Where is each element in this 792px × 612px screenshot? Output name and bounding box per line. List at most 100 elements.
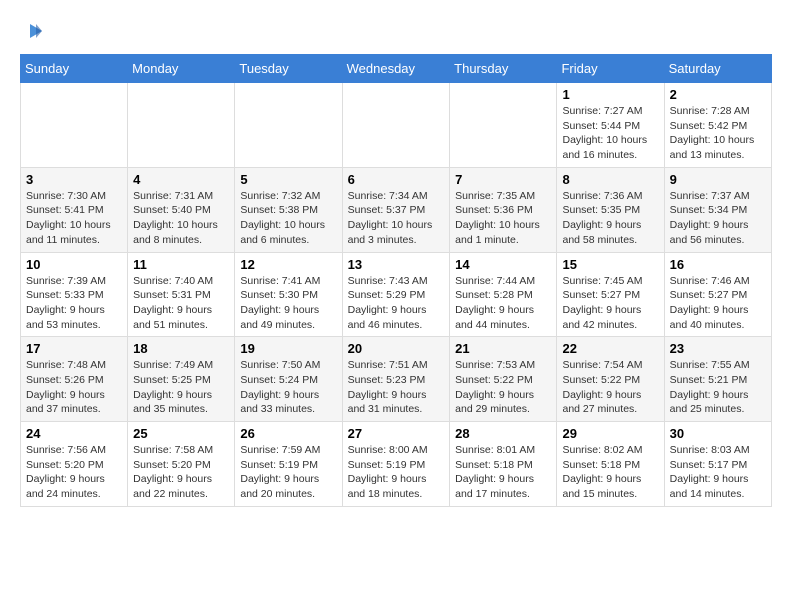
calendar-cell: 25 Sunrise: 7:58 AMSunset: 5:20 PMDayligh… — [128, 422, 235, 507]
calendar-cell: 30 Sunrise: 8:03 AMSunset: 5:17 PMDayligh… — [664, 422, 771, 507]
day-info: Sunrise: 7:51 AMSunset: 5:23 PMDaylight:… — [348, 358, 445, 417]
day-number: 19 — [240, 341, 336, 356]
calendar-cell: 20 Sunrise: 7:51 AMSunset: 5:23 PMDayligh… — [342, 337, 450, 422]
calendar-cell: 23 Sunrise: 7:55 AMSunset: 5:21 PMDayligh… — [664, 337, 771, 422]
day-info: Sunrise: 7:27 AMSunset: 5:44 PMDaylight:… — [562, 104, 658, 163]
calendar-cell: 18 Sunrise: 7:49 AMSunset: 5:25 PMDayligh… — [128, 337, 235, 422]
day-info: Sunrise: 8:02 AMSunset: 5:18 PMDaylight:… — [562, 443, 658, 502]
calendar-cell — [128, 83, 235, 168]
day-number: 21 — [455, 341, 551, 356]
day-info: Sunrise: 8:00 AMSunset: 5:19 PMDaylight:… — [348, 443, 445, 502]
day-info: Sunrise: 7:44 AMSunset: 5:28 PMDaylight:… — [455, 274, 551, 333]
day-number: 26 — [240, 426, 336, 441]
day-info: Sunrise: 8:01 AMSunset: 5:18 PMDaylight:… — [455, 443, 551, 502]
day-info: Sunrise: 7:53 AMSunset: 5:22 PMDaylight:… — [455, 358, 551, 417]
page-header — [20, 20, 772, 38]
day-info: Sunrise: 7:56 AMSunset: 5:20 PMDaylight:… — [26, 443, 122, 502]
calendar-week-row: 3 Sunrise: 7:30 AMSunset: 5:41 PMDaylight… — [21, 167, 772, 252]
day-of-week-header: Saturday — [664, 55, 771, 83]
day-number: 14 — [455, 257, 551, 272]
day-of-week-header: Sunday — [21, 55, 128, 83]
day-info: Sunrise: 7:54 AMSunset: 5:22 PMDaylight:… — [562, 358, 658, 417]
day-info: Sunrise: 7:31 AMSunset: 5:40 PMDaylight:… — [133, 189, 229, 248]
calendar-table: SundayMondayTuesdayWednesdayThursdayFrid… — [20, 54, 772, 507]
calendar-cell: 28Sunrise: 8:01 AMSunset: 5:18 PMDayligh… — [450, 422, 557, 507]
day-number: 9 — [670, 172, 766, 187]
day-number: 30 — [670, 426, 766, 441]
day-number: 25 — [133, 426, 229, 441]
logo-icon — [22, 20, 44, 42]
day-number: 22 — [562, 341, 658, 356]
calendar-week-row: 24 Sunrise: 7:56 AMSunset: 5:20 PMDayligh… — [21, 422, 772, 507]
day-of-week-header: Monday — [128, 55, 235, 83]
calendar-cell: 22 Sunrise: 7:54 AMSunset: 5:22 PMDayligh… — [557, 337, 664, 422]
calendar-cell: 12 Sunrise: 7:41 AMSunset: 5:30 PMDayligh… — [235, 252, 342, 337]
calendar-cell: 26 Sunrise: 7:59 AMSunset: 5:19 PMDayligh… — [235, 422, 342, 507]
day-number: 7 — [455, 172, 551, 187]
day-number: 13 — [348, 257, 445, 272]
calendar-cell: 14 Sunrise: 7:44 AMSunset: 5:28 PMDayligh… — [450, 252, 557, 337]
day-number: 17 — [26, 341, 122, 356]
calendar-cell: 10Sunrise: 7:39 AMSunset: 5:33 PMDayligh… — [21, 252, 128, 337]
calendar-cell: 3 Sunrise: 7:30 AMSunset: 5:41 PMDaylight… — [21, 167, 128, 252]
day-number: 10 — [26, 257, 122, 272]
day-info: Sunrise: 7:49 AMSunset: 5:25 PMDaylight:… — [133, 358, 229, 417]
day-info: Sunrise: 7:34 AMSunset: 5:37 PMDaylight:… — [348, 189, 445, 248]
day-info: Sunrise: 7:55 AMSunset: 5:21 PMDaylight:… — [670, 358, 766, 417]
day-number: 6 — [348, 172, 445, 187]
calendar-cell: 11 Sunrise: 7:40 AMSunset: 5:31 PMDayligh… — [128, 252, 235, 337]
calendar-cell: 19 Sunrise: 7:50 AMSunset: 5:24 PMDayligh… — [235, 337, 342, 422]
day-info: Sunrise: 7:36 AMSunset: 5:35 PMDaylight:… — [562, 189, 658, 248]
calendar-header-row: SundayMondayTuesdayWednesdayThursdayFrid… — [21, 55, 772, 83]
calendar-cell: 9 Sunrise: 7:37 AMSunset: 5:34 PMDaylight… — [664, 167, 771, 252]
day-info: Sunrise: 7:32 AMSunset: 5:38 PMDaylight:… — [240, 189, 336, 248]
calendar-cell: 13 Sunrise: 7:43 AMSunset: 5:29 PMDayligh… — [342, 252, 450, 337]
calendar-week-row: 1 Sunrise: 7:27 AMSunset: 5:44 PMDaylight… — [21, 83, 772, 168]
calendar-cell — [21, 83, 128, 168]
day-number: 3 — [26, 172, 122, 187]
day-number: 16 — [670, 257, 766, 272]
calendar-cell: 1 Sunrise: 7:27 AMSunset: 5:44 PMDaylight… — [557, 83, 664, 168]
day-info: Sunrise: 7:59 AMSunset: 5:19 PMDaylight:… — [240, 443, 336, 502]
day-info: Sunrise: 7:40 AMSunset: 5:31 PMDaylight:… — [133, 274, 229, 333]
day-info: Sunrise: 7:37 AMSunset: 5:34 PMDaylight:… — [670, 189, 766, 248]
calendar-cell: 4Sunrise: 7:31 AMSunset: 5:40 PMDaylight… — [128, 167, 235, 252]
day-of-week-header: Thursday — [450, 55, 557, 83]
day-of-week-header: Friday — [557, 55, 664, 83]
day-number: 2 — [670, 87, 766, 102]
day-number: 27 — [348, 426, 445, 441]
day-number: 12 — [240, 257, 336, 272]
calendar-cell — [235, 83, 342, 168]
calendar-cell: 7 Sunrise: 7:35 AMSunset: 5:36 PMDaylight… — [450, 167, 557, 252]
calendar-cell: 16Sunrise: 7:46 AMSunset: 5:27 PMDayligh… — [664, 252, 771, 337]
day-info: Sunrise: 7:50 AMSunset: 5:24 PMDaylight:… — [240, 358, 336, 417]
calendar-cell: 27 Sunrise: 8:00 AMSunset: 5:19 PMDayligh… — [342, 422, 450, 507]
day-info: Sunrise: 8:03 AMSunset: 5:17 PMDaylight:… — [670, 443, 766, 502]
calendar-cell: 29Sunrise: 8:02 AMSunset: 5:18 PMDayligh… — [557, 422, 664, 507]
calendar-cell: 15Sunrise: 7:45 AMSunset: 5:27 PMDayligh… — [557, 252, 664, 337]
day-info: Sunrise: 7:28 AMSunset: 5:42 PMDaylight:… — [670, 104, 766, 163]
day-number: 8 — [562, 172, 658, 187]
day-info: Sunrise: 7:43 AMSunset: 5:29 PMDaylight:… — [348, 274, 445, 333]
day-number: 23 — [670, 341, 766, 356]
calendar-cell — [342, 83, 450, 168]
day-number: 11 — [133, 257, 229, 272]
day-info: Sunrise: 7:58 AMSunset: 5:20 PMDaylight:… — [133, 443, 229, 502]
day-info: Sunrise: 7:30 AMSunset: 5:41 PMDaylight:… — [26, 189, 122, 248]
day-number: 1 — [562, 87, 658, 102]
calendar-cell: 2 Sunrise: 7:28 AMSunset: 5:42 PMDaylight… — [664, 83, 771, 168]
day-info: Sunrise: 7:35 AMSunset: 5:36 PMDaylight:… — [455, 189, 551, 248]
day-number: 20 — [348, 341, 445, 356]
day-info: Sunrise: 7:48 AMSunset: 5:26 PMDaylight:… — [26, 358, 122, 417]
calendar-cell: 6 Sunrise: 7:34 AMSunset: 5:37 PMDaylight… — [342, 167, 450, 252]
logo — [20, 20, 44, 38]
day-number: 24 — [26, 426, 122, 441]
calendar-cell: 8 Sunrise: 7:36 AMSunset: 5:35 PMDaylight… — [557, 167, 664, 252]
day-of-week-header: Tuesday — [235, 55, 342, 83]
calendar-cell: 24 Sunrise: 7:56 AMSunset: 5:20 PMDayligh… — [21, 422, 128, 507]
day-number: 5 — [240, 172, 336, 187]
day-number: 18 — [133, 341, 229, 356]
day-info: Sunrise: 7:41 AMSunset: 5:30 PMDaylight:… — [240, 274, 336, 333]
calendar-week-row: 10Sunrise: 7:39 AMSunset: 5:33 PMDayligh… — [21, 252, 772, 337]
calendar-cell: 17 Sunrise: 7:48 AMSunset: 5:26 PMDayligh… — [21, 337, 128, 422]
